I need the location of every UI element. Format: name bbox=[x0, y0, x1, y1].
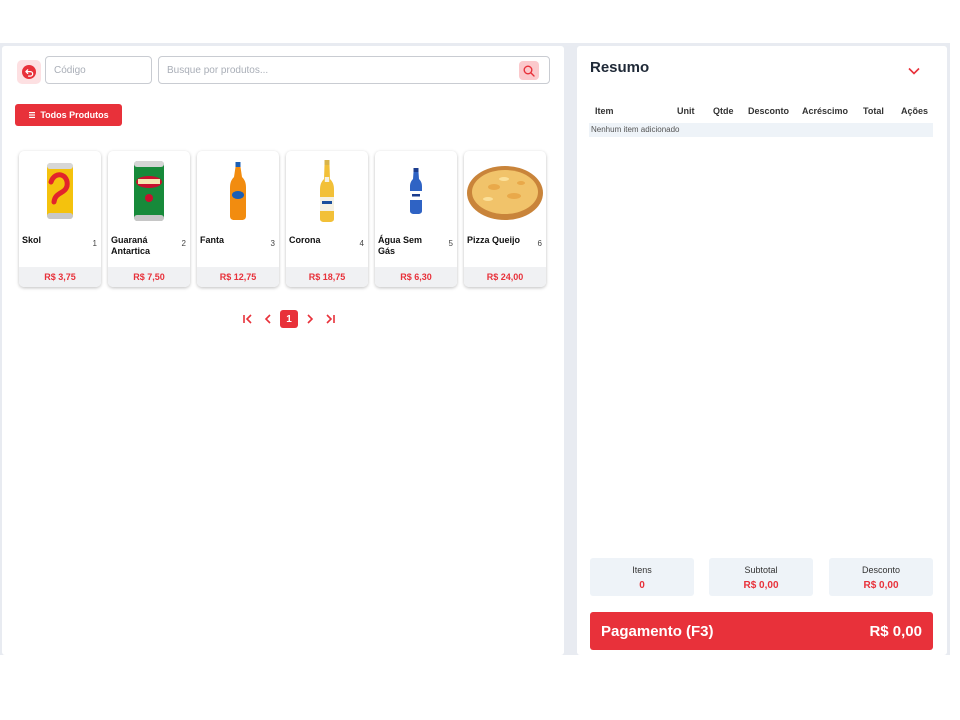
payment-label: Pagamento (F3) bbox=[601, 622, 714, 640]
product-price: R$ 24,00 bbox=[464, 267, 546, 287]
product-card[interactable]: Pizza Queijo 6 R$ 24,00 bbox=[464, 151, 546, 287]
product-code: 6 bbox=[537, 239, 542, 248]
stat-label: Subtotal bbox=[744, 565, 778, 575]
column-qtde: Qtde bbox=[713, 106, 734, 116]
product-price: R$ 6,30 bbox=[375, 267, 457, 287]
product-code: 5 bbox=[448, 239, 453, 248]
all-products-label: Todos Produtos bbox=[40, 110, 109, 120]
stat-items: Itens 0 bbox=[590, 558, 694, 596]
first-page-button[interactable] bbox=[240, 310, 256, 328]
last-page-button[interactable] bbox=[322, 310, 338, 328]
skol-can-image bbox=[19, 155, 101, 227]
stat-value: R$ 0,00 bbox=[863, 580, 899, 591]
product-code: 1 bbox=[92, 239, 97, 248]
product-code: 2 bbox=[181, 239, 186, 248]
stat-value: R$ 0,00 bbox=[743, 580, 779, 591]
list-icon bbox=[29, 112, 36, 118]
product-name: Corona bbox=[289, 235, 321, 245]
fanta-bottle-image bbox=[197, 155, 279, 227]
summary-panel: Resumo Item Unit Qtde Desconto Acréscimo… bbox=[577, 46, 947, 655]
payment-button[interactable]: Pagamento (F3) R$ 0,00 bbox=[590, 612, 933, 650]
stat-label: Desconto bbox=[861, 565, 901, 575]
products-panel: Todos Produtos Skol 1 R$ 3,75 Guaraná An… bbox=[2, 46, 564, 655]
stat-discount: Desconto R$ 0,00 bbox=[829, 558, 933, 596]
product-price: R$ 18,75 bbox=[286, 267, 368, 287]
product-price: R$ 12,75 bbox=[197, 267, 279, 287]
previous-page-button[interactable] bbox=[260, 310, 276, 328]
search-input[interactable] bbox=[159, 57, 549, 83]
stat-label: Itens bbox=[632, 565, 652, 575]
search-field bbox=[158, 56, 550, 84]
pagination: 1 bbox=[240, 310, 338, 328]
payment-total: R$ 0,00 bbox=[869, 622, 922, 640]
stat-subtotal: Subtotal R$ 0,00 bbox=[709, 558, 813, 596]
column-item: Item bbox=[595, 106, 614, 116]
all-products-button[interactable]: Todos Produtos bbox=[15, 104, 122, 126]
undo-icon bbox=[22, 65, 36, 79]
guarana-can-image bbox=[108, 155, 190, 227]
back-button[interactable] bbox=[17, 60, 41, 84]
search-icon bbox=[523, 65, 535, 77]
product-name: Pizza Queijo bbox=[467, 235, 521, 245]
product-grid: Skol 1 R$ 3,75 Guaraná Antartica 2 R$ 7,… bbox=[19, 151, 546, 287]
product-code: 3 bbox=[270, 239, 275, 248]
cart-table-header: Item Unit Qtde Desconto Acréscimo Total … bbox=[589, 106, 933, 120]
column-acoes: Ações bbox=[901, 106, 929, 116]
product-name: Fanta bbox=[200, 235, 225, 245]
cart-empty-message: Nenhum item adicionado bbox=[589, 123, 933, 137]
product-card[interactable]: Fanta 3 R$ 12,75 bbox=[197, 151, 279, 287]
collapse-summary-button[interactable] bbox=[906, 64, 922, 78]
product-price: R$ 7,50 bbox=[108, 267, 190, 287]
product-code: 4 bbox=[359, 239, 364, 248]
last-page-icon bbox=[326, 314, 335, 324]
product-price: R$ 3,75 bbox=[19, 267, 101, 287]
product-name: Água Sem Gás bbox=[378, 235, 423, 256]
search-button[interactable] bbox=[519, 61, 539, 80]
product-name: Guaraná Antartica bbox=[111, 235, 151, 256]
app-frame: Todos Produtos Skol 1 R$ 3,75 Guaraná An… bbox=[0, 43, 950, 655]
product-name: Skol bbox=[22, 235, 42, 245]
product-card[interactable]: Guaraná Antartica 2 R$ 7,50 bbox=[108, 151, 190, 287]
chevron-right-icon bbox=[307, 314, 314, 324]
current-page-button[interactable]: 1 bbox=[280, 310, 298, 328]
code-input[interactable] bbox=[45, 56, 152, 84]
chevron-left-icon bbox=[264, 314, 271, 324]
water-bottle-image bbox=[375, 155, 457, 227]
next-page-button[interactable] bbox=[302, 310, 318, 328]
column-unit: Unit bbox=[677, 106, 695, 116]
column-total: Total bbox=[863, 106, 884, 116]
stat-value: 0 bbox=[639, 580, 645, 591]
first-page-icon bbox=[243, 314, 252, 324]
summary-title: Resumo bbox=[590, 59, 650, 76]
product-card[interactable]: Água Sem Gás 5 R$ 6,30 bbox=[375, 151, 457, 287]
chevron-down-icon bbox=[908, 67, 920, 75]
product-card[interactable]: Corona 4 R$ 18,75 bbox=[286, 151, 368, 287]
product-card[interactable]: Skol 1 R$ 3,75 bbox=[19, 151, 101, 287]
column-desconto: Desconto bbox=[748, 106, 790, 116]
pizza-image bbox=[464, 155, 546, 227]
corona-bottle-image bbox=[286, 155, 368, 227]
column-acrescimo: Acréscimo bbox=[802, 106, 849, 116]
